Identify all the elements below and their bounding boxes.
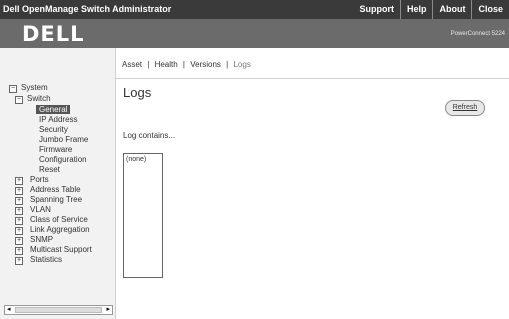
title-bar: Dell OpenManage Switch Administrator Sup…	[0, 0, 509, 19]
logs-label: Log contains...	[123, 131, 176, 140]
scroll-thumb[interactable]	[15, 307, 102, 313]
app-title: Dell OpenManage Switch Administrator	[3, 4, 172, 14]
model-name: PowerConnect 5224	[450, 31, 505, 37]
logs-listbox[interactable]: (none)	[123, 153, 163, 278]
navigation-tree-panel: − System − Switch General IP Address Sec…	[0, 48, 116, 319]
page-tabs: Asset | Health | Versions | Logs	[122, 60, 254, 69]
collapse-switch-icon[interactable]: −	[15, 96, 23, 104]
tab-asset[interactable]: Asset	[122, 60, 142, 69]
expand-multicast-support-icon[interactable]: +	[15, 247, 23, 255]
tree-item-general[interactable]: General	[36, 105, 71, 114]
tree-item-configuration[interactable]: Configuration	[39, 155, 87, 165]
tabs-divider	[116, 78, 509, 79]
top-menu: Support Help About Close	[353, 0, 509, 19]
tree-item-ip-address[interactable]: IP Address	[39, 115, 78, 125]
tree-item-vlan[interactable]: VLAN	[30, 205, 51, 215]
expand-snmp-icon[interactable]: +	[15, 237, 23, 245]
scroll-right-icon[interactable]: ▸	[106, 305, 110, 313]
expand-ports-icon[interactable]: +	[15, 177, 23, 185]
support-link[interactable]: Support	[353, 0, 400, 19]
about-link[interactable]: About	[432, 0, 471, 19]
scroll-left-icon[interactable]: ◂	[7, 305, 11, 313]
tree-item-spanning-tree[interactable]: Spanning Tree	[30, 195, 82, 205]
dell-logo: DELL	[22, 22, 85, 46]
tab-logs[interactable]: Logs	[233, 60, 250, 69]
log-item[interactable]: (none)	[124, 154, 162, 165]
tree-item-reset[interactable]: Reset	[39, 165, 60, 175]
tab-separator: |	[226, 60, 229, 69]
page-title: Logs	[123, 85, 152, 100]
tree-item-firmware[interactable]: Firmware	[39, 145, 72, 155]
tab-health[interactable]: Health	[155, 60, 178, 69]
tree-item-link-aggregation[interactable]: Link Aggregation	[30, 225, 90, 235]
expand-statistics-icon[interactable]: +	[15, 257, 23, 265]
close-link[interactable]: Close	[471, 0, 509, 19]
tree-item-multicast-support[interactable]: Multicast Support	[30, 245, 92, 255]
tree-item-address-table[interactable]: Address Table	[30, 185, 81, 195]
tree-item-jumbo-frame[interactable]: Jumbo Frame	[39, 135, 88, 145]
tree-item-snmp[interactable]: SNMP	[30, 235, 53, 245]
tree-item-class-of-service[interactable]: Class of Service	[30, 215, 88, 225]
header-banner: DELL PowerConnect 5224	[0, 19, 509, 48]
collapse-system-icon[interactable]: −	[9, 85, 17, 93]
expand-spanning-tree-icon[interactable]: +	[15, 197, 23, 205]
refresh-button[interactable]: Refresh	[445, 100, 485, 116]
expand-class-of-service-icon[interactable]: +	[15, 217, 23, 225]
tree-item-system[interactable]: System	[21, 83, 48, 93]
tree-item-statistics[interactable]: Statistics	[30, 255, 62, 265]
expand-vlan-icon[interactable]: +	[15, 207, 23, 215]
expand-link-aggregation-icon[interactable]: +	[15, 227, 23, 235]
sidebar-horizontal-scrollbar[interactable]: ◂ ▸	[4, 305, 113, 315]
tab-separator: |	[147, 60, 150, 69]
tab-versions[interactable]: Versions	[190, 60, 221, 69]
tree-item-ports[interactable]: Ports	[30, 175, 49, 185]
help-link[interactable]: Help	[399, 0, 433, 19]
tree-item-security[interactable]: Security	[39, 125, 68, 135]
tab-separator: |	[182, 60, 185, 69]
expand-address-table-icon[interactable]: +	[15, 187, 23, 195]
tree-item-switch[interactable]: Switch	[27, 94, 51, 104]
